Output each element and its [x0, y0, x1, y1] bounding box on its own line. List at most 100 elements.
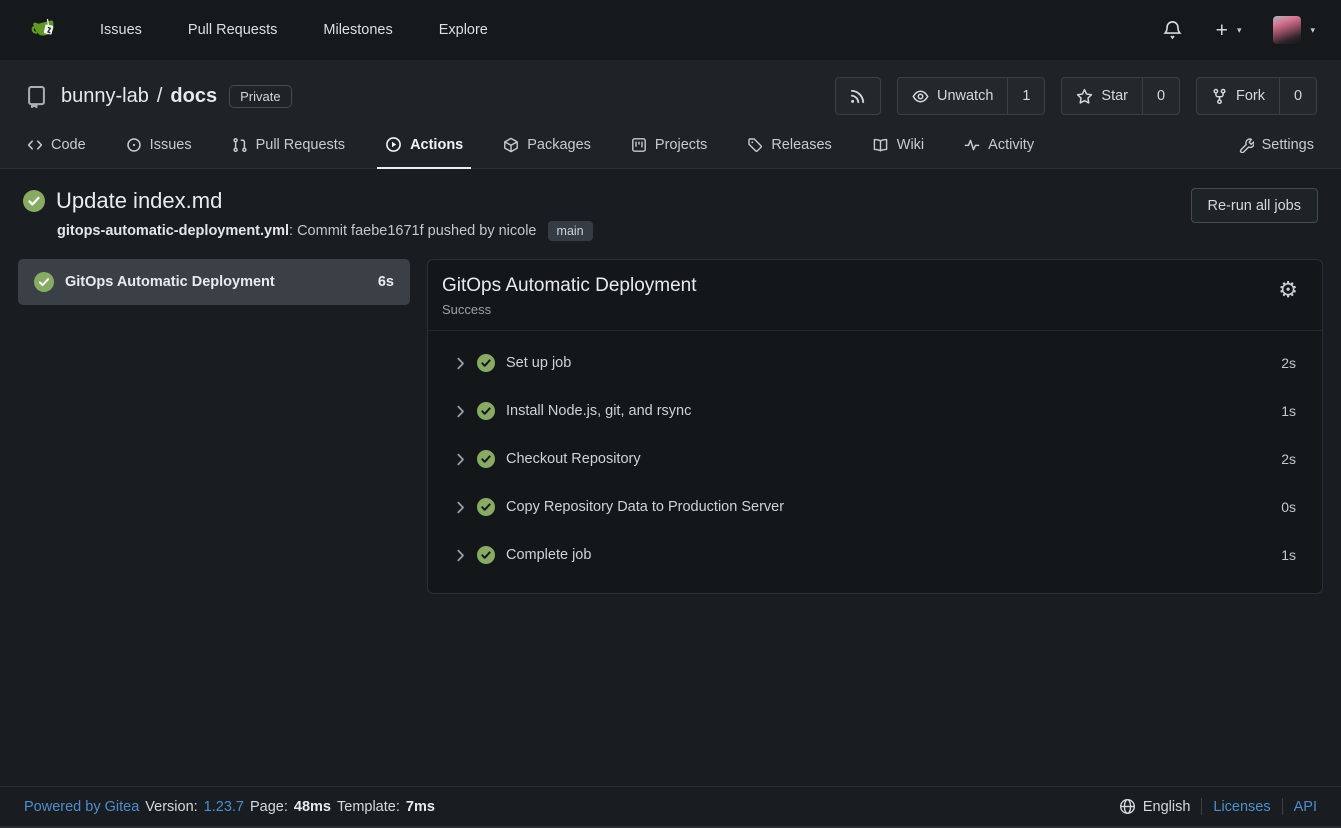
- globe-icon: [1119, 798, 1136, 815]
- tab-settings[interactable]: Settings: [1235, 137, 1317, 168]
- step-label: Copy Repository Data to Production Serve…: [506, 499, 1270, 515]
- run-title: Update index.md: [56, 188, 222, 214]
- workflow-file-link[interactable]: gitops-automatic-deployment.yml: [57, 223, 289, 239]
- tab-label: Code: [51, 137, 86, 153]
- nav-milestones[interactable]: Milestones: [323, 22, 392, 38]
- page-time-label: Page:: [250, 799, 288, 815]
- chevron-right-icon: [456, 549, 466, 562]
- tag-icon: [747, 137, 763, 153]
- run-header-left: Update index.md gitops-automatic-deploym…: [23, 188, 1191, 239]
- fork-button[interactable]: Fork: [1197, 78, 1279, 114]
- footer-divider: [1201, 798, 1202, 815]
- teacup-icon: [26, 14, 58, 46]
- unwatch-label: Unwatch: [937, 88, 993, 104]
- job-duration: 6s: [378, 274, 394, 290]
- forks-count[interactable]: 0: [1279, 78, 1316, 114]
- repo-breadcrumb: bunny-lab / docs: [61, 85, 217, 108]
- footer-right: English Licenses API: [1119, 798, 1317, 815]
- chevron-right-icon: [456, 357, 466, 370]
- success-check-icon: [34, 272, 54, 292]
- chevron-right-icon: [456, 453, 466, 466]
- rerun-all-jobs-button[interactable]: Re-run all jobs: [1191, 188, 1319, 223]
- tab-label: Settings: [1262, 137, 1314, 153]
- version-label: Version:: [145, 799, 197, 815]
- watchers-count[interactable]: 1: [1007, 78, 1044, 114]
- page: Issues Pull Requests Milestones Explore …: [0, 0, 1341, 828]
- powered-by-gitea-link[interactable]: Powered by Gitea: [24, 799, 139, 815]
- package-icon: [503, 137, 519, 153]
- tab-releases[interactable]: Releases: [744, 137, 834, 168]
- step-row-complete[interactable]: Complete job 1s: [428, 531, 1322, 579]
- page-time-value: 48ms: [294, 799, 331, 815]
- eye-icon: [912, 88, 929, 105]
- chevron-down-icon: ▾: [1310, 25, 1315, 36]
- step-row-setup[interactable]: Set up job 2s: [428, 339, 1322, 387]
- notifications-button[interactable]: [1163, 20, 1182, 40]
- licenses-link[interactable]: Licenses: [1213, 799, 1270, 815]
- language-selector[interactable]: English: [1119, 798, 1191, 815]
- step-row-install[interactable]: Install Node.js, git, and rsync 1s: [428, 387, 1322, 435]
- stars-count[interactable]: 0: [1142, 78, 1179, 114]
- step-duration: 2s: [1281, 451, 1296, 467]
- job-panel-title: GitOps Automatic Deployment: [442, 275, 697, 297]
- tab-activity[interactable]: Activity: [961, 137, 1037, 168]
- run-title-row: Update index.md: [23, 188, 1191, 214]
- gear-icon[interactable]: ⚙: [1278, 279, 1298, 301]
- repo-owner-link[interactable]: bunny-lab: [61, 85, 149, 108]
- success-check-icon: [477, 498, 495, 516]
- tab-code[interactable]: Code: [24, 137, 89, 168]
- branch-badge[interactable]: main: [548, 221, 593, 241]
- tab-actions[interactable]: Actions: [382, 136, 466, 168]
- tab-pull-requests[interactable]: Pull Requests: [229, 137, 348, 168]
- rss-icon: [849, 88, 866, 105]
- unwatch-button[interactable]: Unwatch: [898, 78, 1007, 114]
- tab-label: Actions: [410, 137, 463, 153]
- tab-label: Issues: [150, 137, 192, 153]
- nav-explore[interactable]: Explore: [439, 22, 488, 38]
- tab-packages[interactable]: Packages: [500, 137, 594, 168]
- step-row-copy[interactable]: Copy Repository Data to Production Serve…: [428, 483, 1322, 531]
- job-detail-panel: GitOps Automatic Deployment Success ⚙ Se…: [427, 259, 1323, 594]
- tab-label: Projects: [655, 137, 707, 153]
- job-list-item[interactable]: GitOps Automatic Deployment 6s: [18, 259, 410, 305]
- step-duration: 2s: [1281, 355, 1296, 371]
- tab-issues[interactable]: Issues: [123, 137, 195, 168]
- step-row-checkout[interactable]: Checkout Repository 2s: [428, 435, 1322, 483]
- fork-icon: [1211, 88, 1228, 105]
- job-status-text: Success: [442, 302, 697, 317]
- rss-feed-button[interactable]: [835, 77, 881, 115]
- navbar-right: + ▾ ▾: [1163, 16, 1315, 44]
- template-time-label: Template:: [337, 799, 400, 815]
- code-icon: [27, 137, 43, 153]
- top-navbar: Issues Pull Requests Milestones Explore …: [0, 0, 1341, 60]
- jobs-sidebar: GitOps Automatic Deployment 6s: [18, 259, 410, 305]
- play-circle-icon: [385, 136, 402, 153]
- step-duration: 1s: [1281, 403, 1296, 419]
- success-check-icon: [23, 190, 45, 212]
- commit-info: : Commit faebe1671f pushed by nicole: [289, 223, 536, 239]
- create-new-button[interactable]: + ▾: [1216, 20, 1242, 41]
- tab-wiki[interactable]: Wiki: [869, 137, 927, 168]
- version-link[interactable]: 1.23.7: [204, 799, 244, 815]
- watch-button-group: Unwatch 1: [897, 77, 1045, 115]
- run-subtitle: gitops-automatic-deployment.yml: Commit …: [57, 223, 1191, 239]
- repo-tabs: Code Issues Pull Requests: [0, 123, 1341, 168]
- private-badge: Private: [229, 85, 291, 108]
- user-menu-button[interactable]: ▾: [1273, 16, 1315, 44]
- tab-label: Activity: [988, 137, 1034, 153]
- star-button[interactable]: Star: [1062, 78, 1142, 114]
- step-duration: 1s: [1281, 547, 1296, 563]
- nav-issues[interactable]: Issues: [100, 22, 142, 38]
- footer: Powered by Gitea Version: 1.23.7 Page: 4…: [0, 786, 1341, 828]
- tab-projects[interactable]: Projects: [628, 137, 710, 168]
- api-link[interactable]: API: [1294, 799, 1317, 815]
- star-icon: [1076, 88, 1093, 105]
- pulse-icon: [964, 137, 980, 153]
- star-label: Star: [1101, 88, 1128, 104]
- tab-label: Packages: [527, 137, 591, 153]
- run-header: Update index.md gitops-automatic-deploym…: [18, 188, 1323, 239]
- nav-pull-requests[interactable]: Pull Requests: [188, 22, 277, 38]
- gitea-logo[interactable]: [26, 14, 58, 46]
- repo-name-link[interactable]: docs: [170, 85, 217, 108]
- tab-label: Releases: [771, 137, 831, 153]
